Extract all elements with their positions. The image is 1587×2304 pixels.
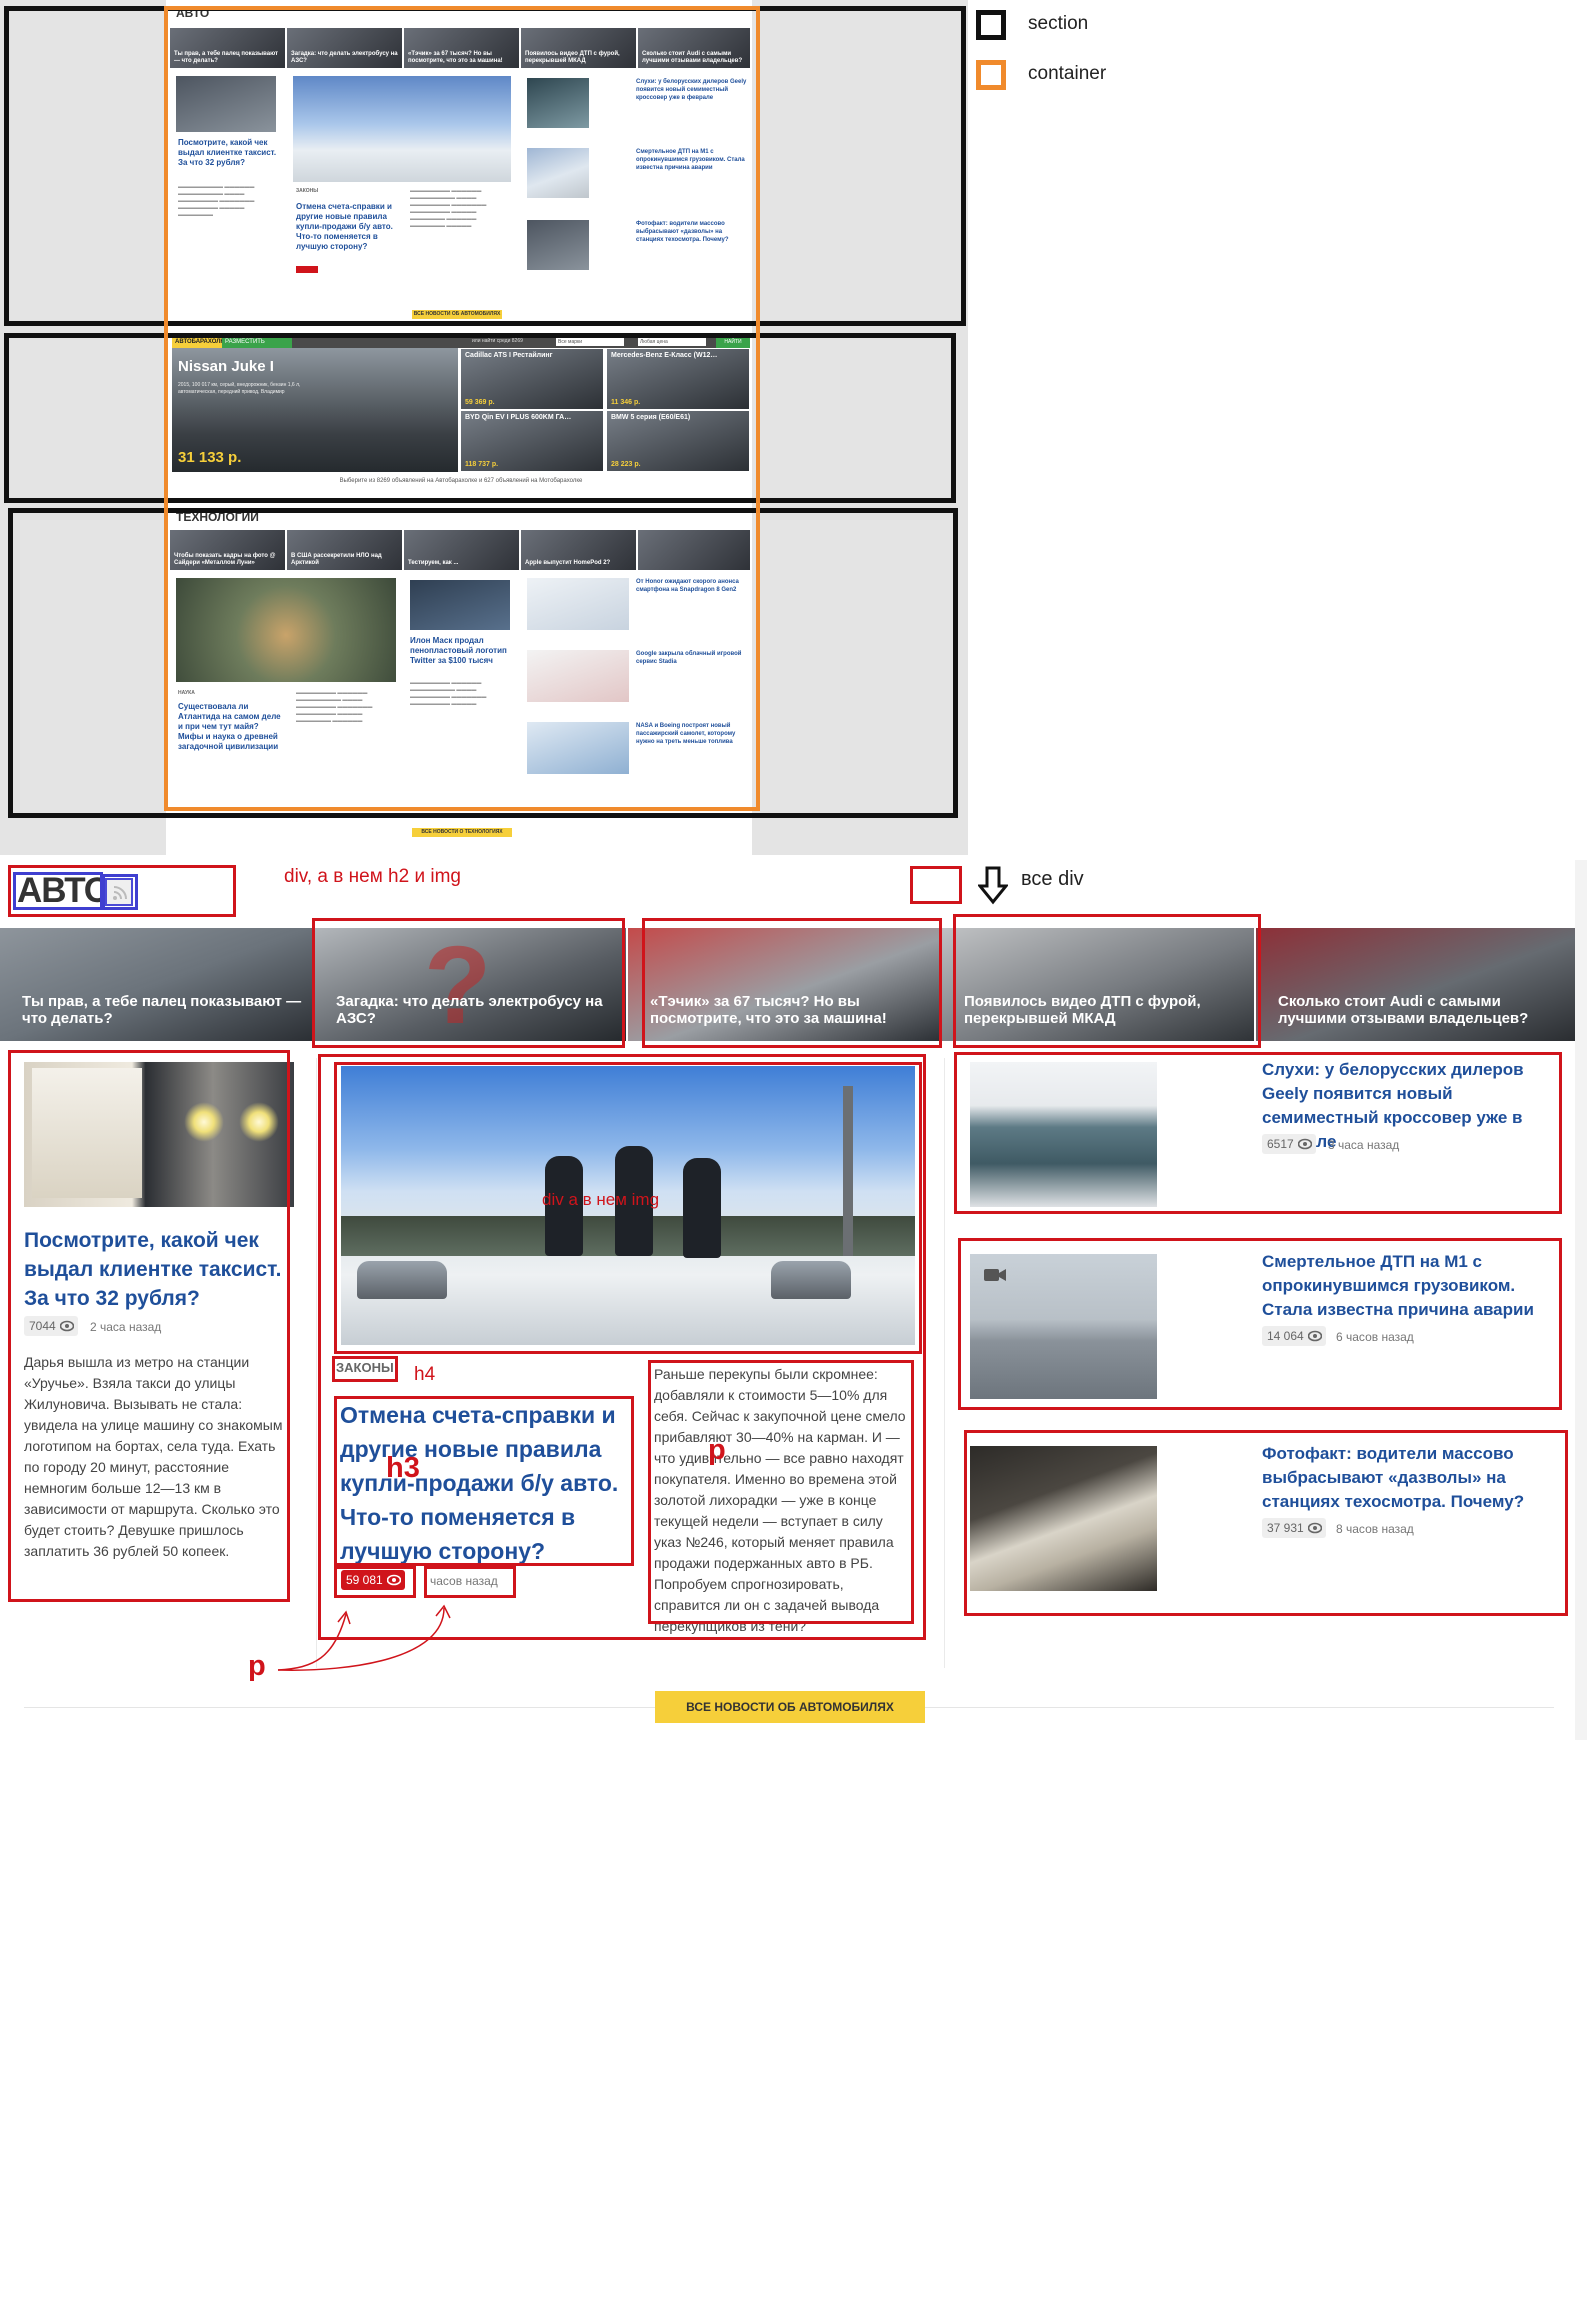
annotation-box-right <box>954 1052 1562 1214</box>
column-divider <box>316 1058 317 1668</box>
legend: section container <box>976 10 1176 90</box>
annotation-box-h4 <box>332 1356 398 1382</box>
annotation-h4-label: h4 <box>414 1364 436 1385</box>
ov-all-tech-button[interactable]: ВСЕ НОВОСТИ О ТЕХНОЛОГИЯХ <box>412 828 512 837</box>
annotation-box-h2 <box>13 872 103 910</box>
scrollbar-track[interactable] <box>1575 860 1587 1740</box>
annotation-h3-label: h3 <box>386 1452 420 1484</box>
annotation-box-strip <box>642 918 942 1048</box>
annotation-all-div-label: все div <box>1021 868 1084 890</box>
annotation-box-h3 <box>334 1396 634 1566</box>
annotation-box-text <box>648 1360 914 1624</box>
arrow-down-icon <box>978 866 1008 905</box>
annotation-box-right <box>964 1430 1568 1616</box>
annotation-box-views <box>334 1566 416 1598</box>
strip-tile-title: Ты прав, а тебе палец показывают — что д… <box>22 993 302 1027</box>
annotation-div-label: div, а в нем h2 и img <box>284 866 461 887</box>
container-frame <box>164 6 760 811</box>
strip-tile[interactable]: Ты прав, а тебе палец показывают — что д… <box>0 928 312 1041</box>
annotation-p-label: p <box>708 1434 726 1466</box>
legend-section-swatch <box>976 10 1006 40</box>
legend-section-label: section <box>1028 13 1089 34</box>
annotation-p-label: p <box>248 1650 266 1682</box>
annotation-box-img <box>102 874 138 910</box>
legend-container-swatch <box>976 60 1006 90</box>
all-news-button[interactable]: ВСЕ НОВОСТИ ОБ АВТОМОБИЛЯХ <box>655 1691 925 1723</box>
legend-container-label: container <box>1028 63 1107 84</box>
annotation-box-small <box>910 866 962 904</box>
legend-container: container <box>976 60 1176 90</box>
annotation-box-strip <box>953 914 1261 1048</box>
annotation-div-img-label: div а в нем img <box>542 1190 660 1209</box>
strip-tile[interactable]: Сколько стоит Audi с самыми лучшими отзы… <box>1256 928 1575 1041</box>
annotation-box-left <box>8 1050 290 1602</box>
legend-section: section <box>976 10 1176 40</box>
strip-tile-title: Сколько стоит Audi с самыми лучшими отзы… <box>1278 993 1529 1027</box>
annotation-box-right <box>958 1238 1562 1410</box>
annotation-arrows <box>277 1604 451 1671</box>
column-divider <box>944 1058 945 1668</box>
annotation-box-strip <box>312 918 625 1048</box>
annotation-box-time <box>424 1566 516 1598</box>
